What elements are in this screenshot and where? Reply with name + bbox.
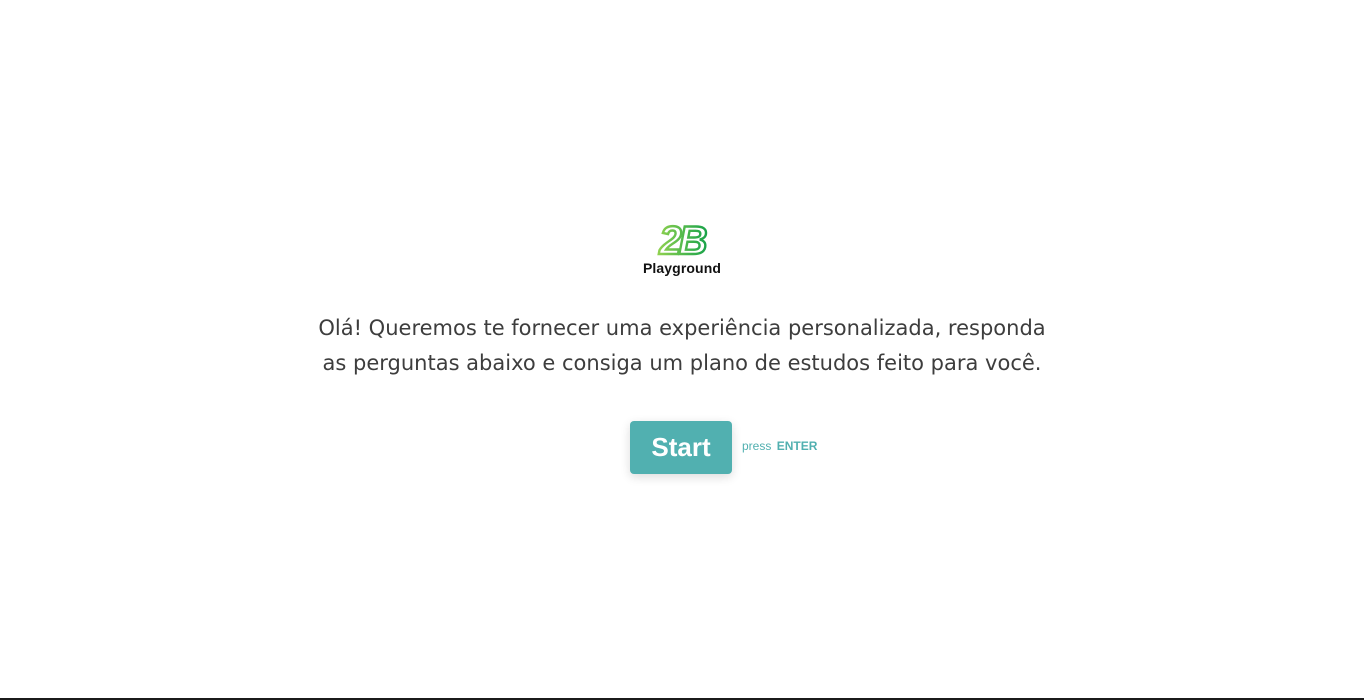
svg-text:2B: 2B [658,219,706,258]
brand-name: Playground [642,260,721,276]
welcome-line-1: Olá! Queremos te fornecer uma experiênci… [318,316,1046,340]
hint-prefix: press [742,439,772,453]
welcome-screen: 2B Playground Olá! Queremos te fornecer … [0,0,1364,700]
start-button[interactable]: Start [630,421,732,474]
welcome-line-2: as perguntas abaixo e consiga um plano d… [322,351,1042,375]
hint-key: ENTER [776,439,818,453]
brand-logo: 2B Playground [620,218,744,284]
welcome-message: Olá! Queremos te fornecer uma experiênci… [282,311,1082,381]
2b-logo-icon: 2B [657,218,710,258]
keyboard-hint: press ENTER [742,439,817,453]
